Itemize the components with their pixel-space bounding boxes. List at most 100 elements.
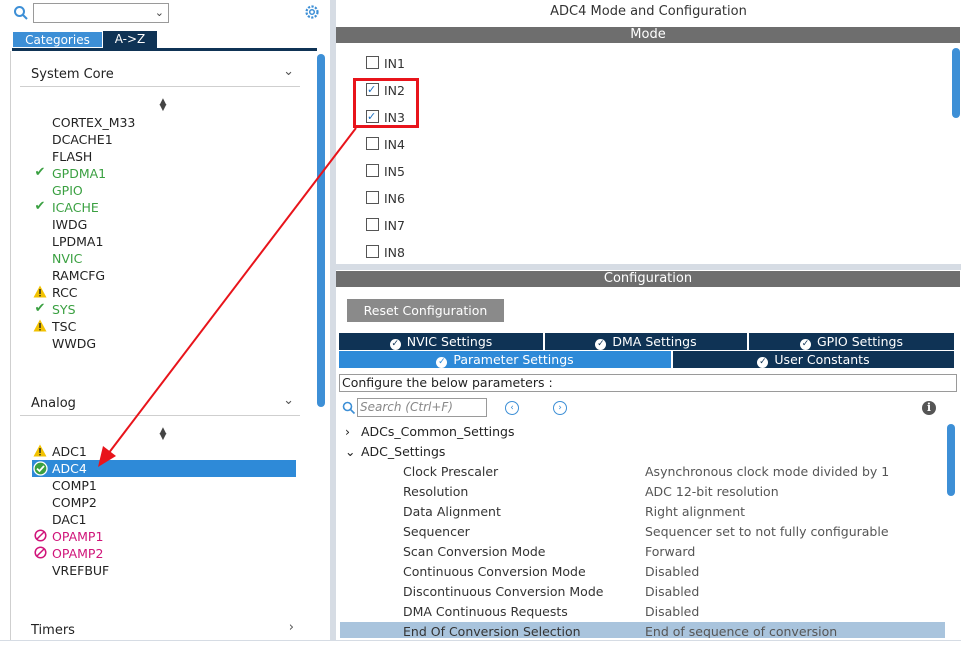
blocked-icon (33, 529, 47, 543)
list-item[interactable]: COMP2 (52, 494, 97, 511)
parameter-scrollbar[interactable] (947, 424, 955, 496)
list-item[interactable]: CORTEX_M33 (52, 114, 135, 131)
search-icon[interactable] (13, 5, 29, 21)
list-item[interactable]: FLASH (52, 148, 92, 165)
list-item[interactable]: DAC1 (52, 511, 86, 528)
param-value: Forward (645, 544, 696, 559)
tab-label: User Constants (774, 352, 870, 367)
check-icon: ✔ (34, 199, 46, 214)
tree-label: ADCs_Common_Settings (361, 424, 515, 439)
checkbox[interactable] (366, 218, 379, 231)
splitter[interactable] (336, 264, 961, 270)
checkbox[interactable] (366, 56, 379, 69)
list-item[interactable]: GPIO (52, 182, 83, 199)
checkbox-label: IN4 (384, 137, 405, 152)
param-row[interactable]: Clock Prescaler Asynchronous clock mode d… (340, 462, 945, 482)
tab-gpio-settings[interactable]: ✓ GPIO Settings (749, 333, 954, 350)
list-item[interactable]: IWDG (52, 216, 87, 233)
checkbox[interactable] (366, 137, 379, 150)
param-row[interactable]: Sequencer Sequencer set to not fully conf… (340, 522, 945, 542)
sort-icon[interactable]: ▲ ▼ (158, 427, 168, 442)
param-value: Disabled (645, 604, 700, 619)
tree-label: ADC_Settings (361, 444, 446, 459)
list-item[interactable]: RAMCFG (52, 267, 105, 284)
section-analog[interactable]: Analog ⌄ (20, 393, 300, 416)
mode-checkbox-row[interactable]: IN1 (366, 55, 405, 73)
list-item[interactable]: OPAMP1 (52, 528, 103, 545)
tab-user-constants[interactable]: ✓ User Constants (673, 351, 954, 368)
tab-a-to-z[interactable]: A->Z (103, 31, 157, 48)
section-timers[interactable]: Timers › (20, 620, 300, 642)
list-item[interactable]: WWDG (52, 335, 96, 352)
checkbox-label: IN8 (384, 245, 405, 260)
configuration-header: Configuration (336, 271, 960, 287)
check-circle-icon: ✓ (800, 339, 811, 350)
mode-area (336, 44, 952, 264)
reset-configuration-button[interactable]: Reset Configuration (347, 299, 504, 322)
list-item[interactable]: OPAMP2 (52, 545, 103, 562)
list-item[interactable]: SYS (52, 301, 76, 318)
chevron-down-icon: ⌄ (283, 393, 294, 408)
list-item[interactable]: TSC (52, 318, 76, 335)
param-row[interactable]: Discontinuous Conversion Mode Disabled (340, 582, 945, 602)
param-row[interactable]: DMA Continuous Requests Disabled (340, 602, 945, 622)
check-circle-icon: ✓ (595, 339, 607, 350)
check-icon: ✔ (34, 301, 46, 316)
tab-parameter-settings[interactable]: ✓ Parameter Settings (339, 351, 673, 368)
mode-checkbox-row[interactable]: IN8 (366, 244, 405, 262)
param-row[interactable]: Continuous Conversion Mode Disabled (340, 562, 945, 582)
param-key: Continuous Conversion Mode (403, 564, 586, 579)
param-key: Discontinuous Conversion Mode (403, 584, 604, 599)
page-title: ADC4 Mode and Configuration (550, 4, 747, 19)
mode-checkbox-row[interactable]: IN7 (366, 217, 405, 235)
list-item[interactable]: GPDMA1 (52, 165, 106, 182)
checkbox[interactable] (366, 191, 379, 204)
tree-node-adc[interactable]: ⌄ ADC_Settings (345, 442, 445, 462)
list-item[interactable]: COMP1 (52, 477, 97, 494)
tab-dma-settings[interactable]: ✓ DMA Settings (545, 333, 749, 350)
blocked-icon (33, 546, 47, 560)
param-row[interactable]: Scan Conversion Mode Forward (340, 542, 945, 562)
param-row[interactable]: Data Alignment Right alignment (340, 502, 945, 522)
param-key: Data Alignment (403, 504, 501, 519)
info-icon[interactable]: i (922, 401, 936, 415)
gear-icon[interactable] (304, 4, 320, 20)
param-value: Disabled (645, 564, 700, 579)
checkbox[interactable] (366, 245, 379, 258)
list-item[interactable]: ADC1 (52, 443, 87, 460)
tab-label: GPIO Settings (817, 334, 903, 349)
next-match-icon[interactable]: › (553, 401, 567, 415)
category-search-combo[interactable]: ⌄ (33, 3, 169, 23)
category-scrollbar[interactable] (317, 54, 325, 407)
mode-checkbox-row[interactable]: IN6 (366, 190, 405, 208)
param-key: Sequencer (403, 524, 470, 539)
parameter-search-input[interactable]: Search (Ctrl+F) (357, 398, 487, 417)
list-item-selected[interactable]: ADC4 (32, 460, 296, 477)
param-row-selected[interactable]: End Of Conversion Selection End of sequen… (340, 622, 945, 638)
warning-icon (33, 444, 47, 458)
check-circle-icon: ✓ (757, 357, 769, 368)
param-value: End of sequence of conversion (645, 624, 838, 638)
list-item[interactable]: VREFBUF (52, 562, 109, 579)
list-item[interactable]: LPDMA1 (52, 233, 103, 250)
checkbox[interactable] (366, 164, 379, 177)
checkbox-label: IN6 (384, 191, 405, 206)
mode-checkbox-row[interactable]: IN5 (366, 163, 405, 181)
check-circle-icon (33, 461, 48, 476)
param-row[interactable]: Resolution ADC 12-bit resolution (340, 482, 945, 502)
previous-match-icon[interactable]: ‹ (505, 401, 519, 415)
sort-icon[interactable]: ▲ ▼ (158, 98, 168, 113)
mode-checkbox-row[interactable]: IN4 (366, 136, 405, 154)
list-item[interactable]: NVIC (52, 250, 82, 267)
section-system-core[interactable]: System Core ⌄ (20, 64, 300, 87)
mode-scrollbar[interactable] (952, 48, 960, 118)
tab-categories[interactable]: Categories (12, 31, 103, 48)
list-item[interactable]: ICACHE (52, 199, 99, 216)
list-item[interactable]: DCACHE1 (52, 131, 113, 148)
param-key: Resolution (403, 484, 469, 499)
tree-node-common[interactable]: › ADCs_Common_Settings (345, 422, 515, 442)
list-item[interactable]: RCC (52, 284, 78, 301)
tab-nvic-settings[interactable]: ✓ NVIC Settings (339, 333, 545, 350)
param-key: End Of Conversion Selection (403, 624, 581, 638)
param-key: Clock Prescaler (403, 464, 499, 479)
